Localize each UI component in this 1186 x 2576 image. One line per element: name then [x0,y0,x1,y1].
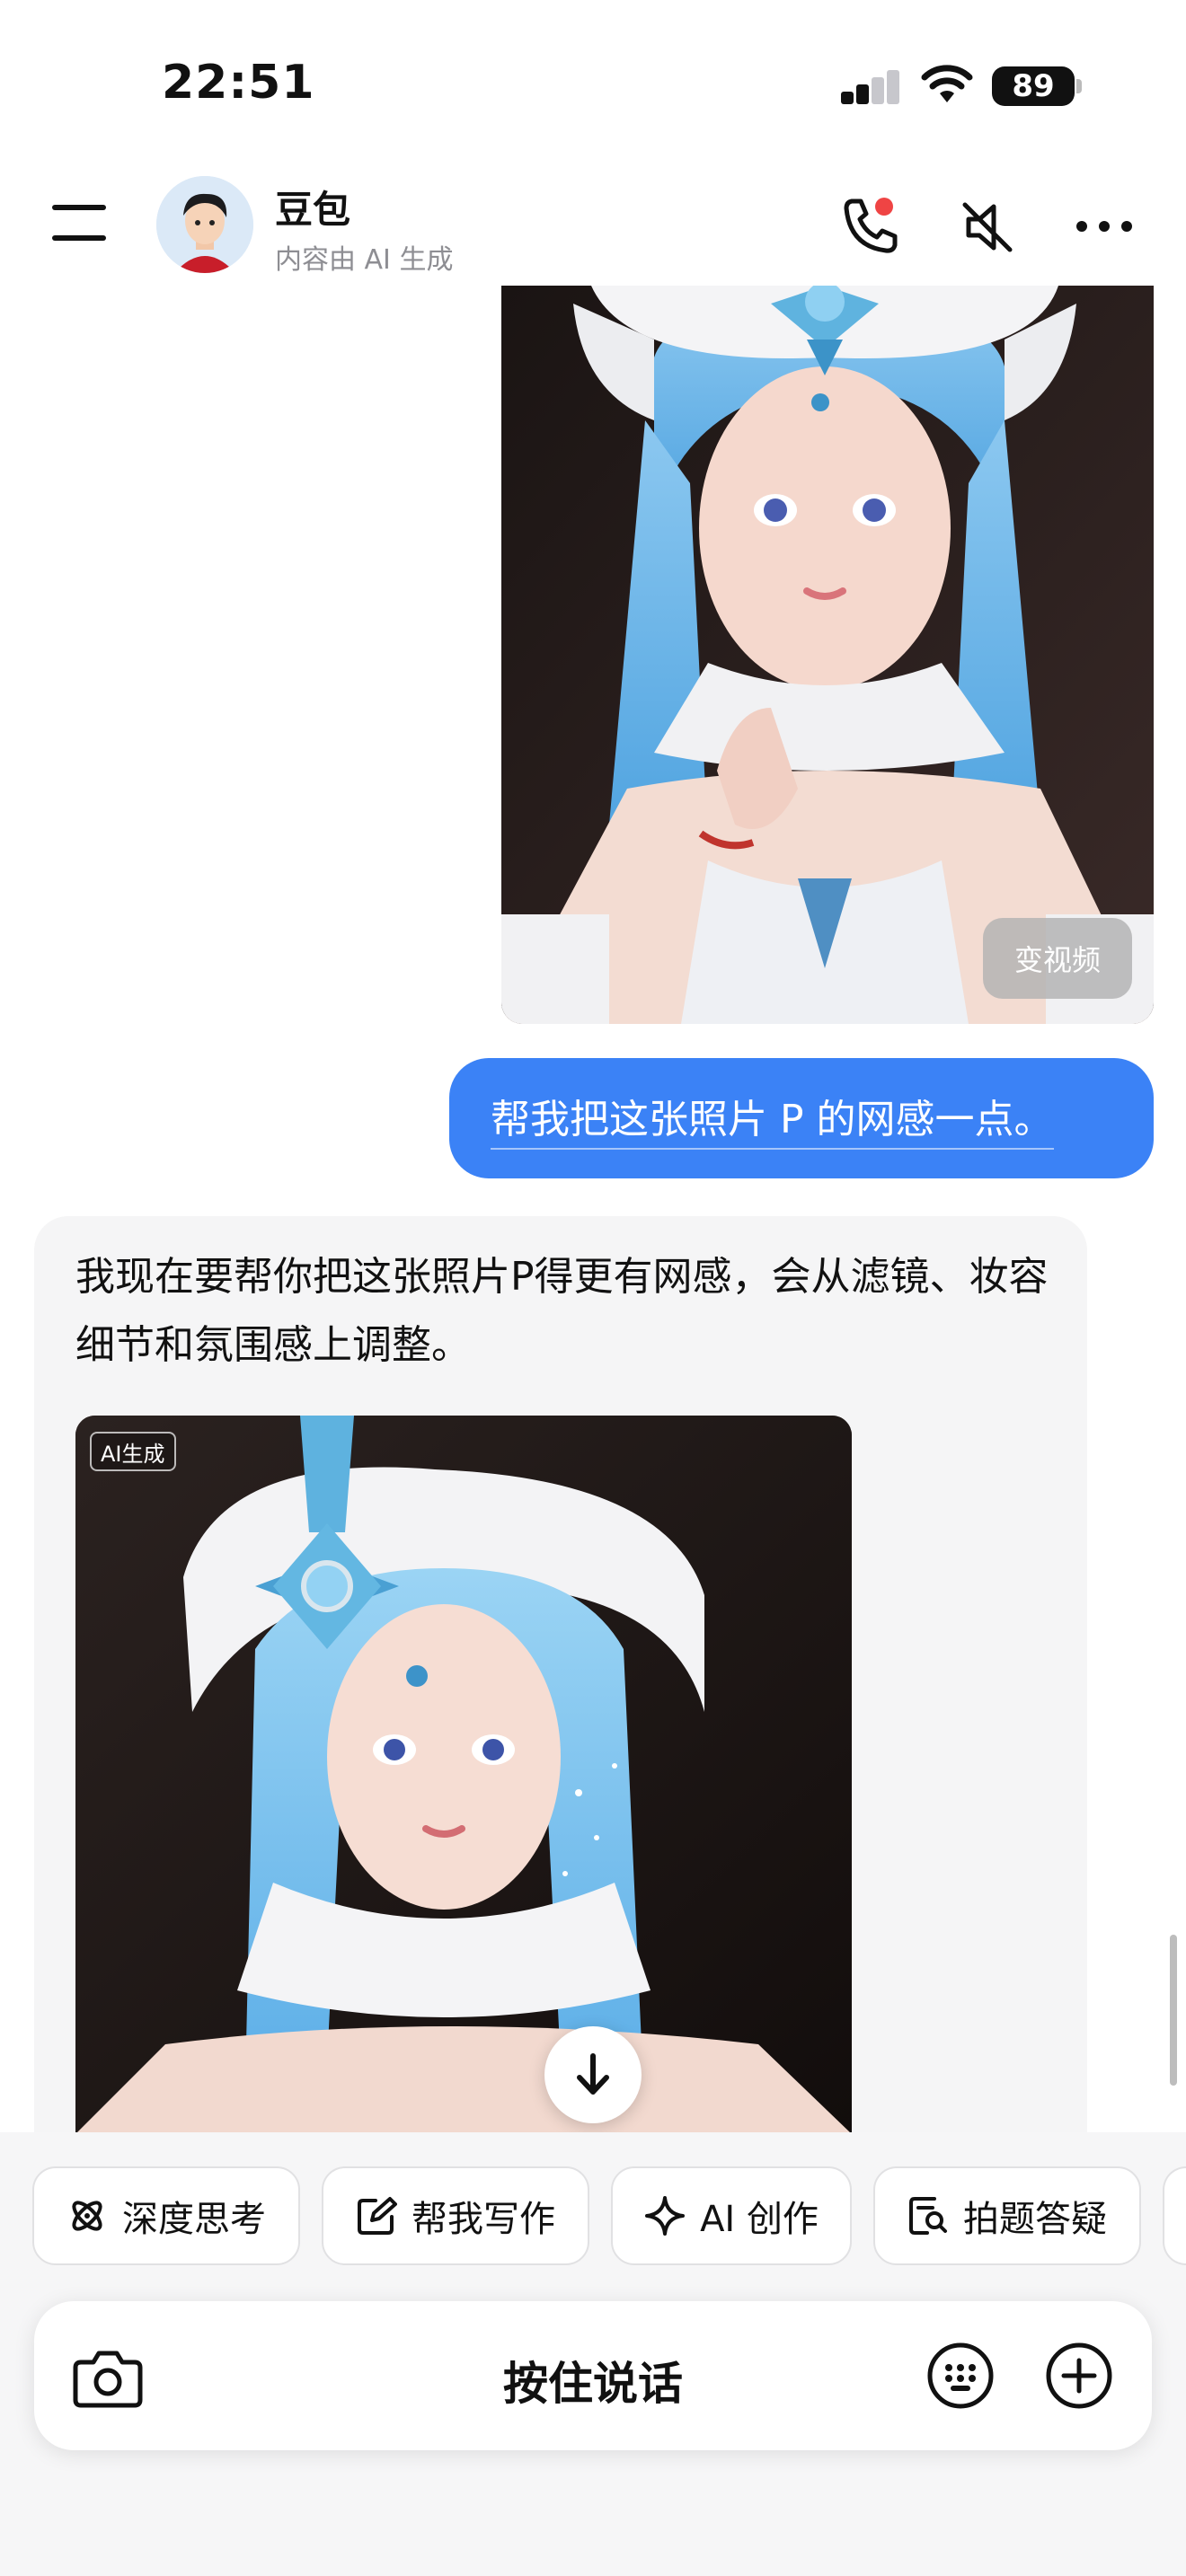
user-uploaded-photo[interactable] [501,286,1154,1024]
quick-action-label: 深度思考 [122,2199,266,2240]
phone-icon[interactable] [839,194,902,257]
quick-action-deep-think[interactable]: 深度思考 [32,2166,300,2265]
quick-action-ai-create[interactable]: AI 创作 [611,2166,852,2265]
hold-to-talk-button[interactable]: 按住说话 [0,2348,1186,2413]
status-time: 22:51 [162,56,315,110]
user-message-bubble[interactable]: 帮我把这张照片 P 的网感一点。 [449,1058,1154,1178]
signal-icon [841,70,900,104]
quick-action-label: 帮我写作 [412,2199,555,2240]
quick-action-label: AI 创作 [700,2199,819,2240]
mute-icon[interactable] [958,198,1017,257]
ai-generated-badge: AI生成 [90,1432,176,1471]
atom-icon [72,2201,102,2231]
avatar[interactable] [156,176,253,273]
quick-action-overflow[interactable] [1163,2166,1186,2265]
search-doc-icon [909,2197,947,2235]
ai-generated-photo[interactable] [75,1416,852,2134]
chat-subtitle: 内容由 AI 生成 [275,244,454,276]
chat-title: 豆包 [275,188,351,232]
more-icon[interactable] [1075,216,1134,237]
sparkle-icon [645,2196,686,2236]
arrow-down-icon [577,2053,609,2095]
quick-action-writing[interactable]: 帮我写作 [322,2166,589,2265]
battery-indicator: 89 [992,66,1075,106]
menu-icon[interactable] [50,201,111,246]
wifi-icon [921,65,973,102]
scrollbar[interactable] [1170,1935,1177,2086]
keyboard-icon[interactable] [925,2341,996,2411]
quick-action-label: 拍题答疑 [963,2199,1107,2240]
scroll-to-bottom-button[interactable] [544,2026,642,2123]
user-message-text: 帮我把这张照片 P 的网感一点。 [491,1087,1054,1150]
ai-message-text: 我现在要帮你把这张照片P得更有网感，会从滤镜、妆容细节和氛围感上调整。 [75,1254,1049,1368]
edit-icon [358,2197,397,2235]
quick-action-photo-question[interactable]: 拍题答疑 [873,2166,1141,2265]
plus-icon[interactable] [1044,2341,1114,2411]
battery-tip [1076,79,1082,93]
to-video-button[interactable]: 变视频 [983,918,1132,999]
